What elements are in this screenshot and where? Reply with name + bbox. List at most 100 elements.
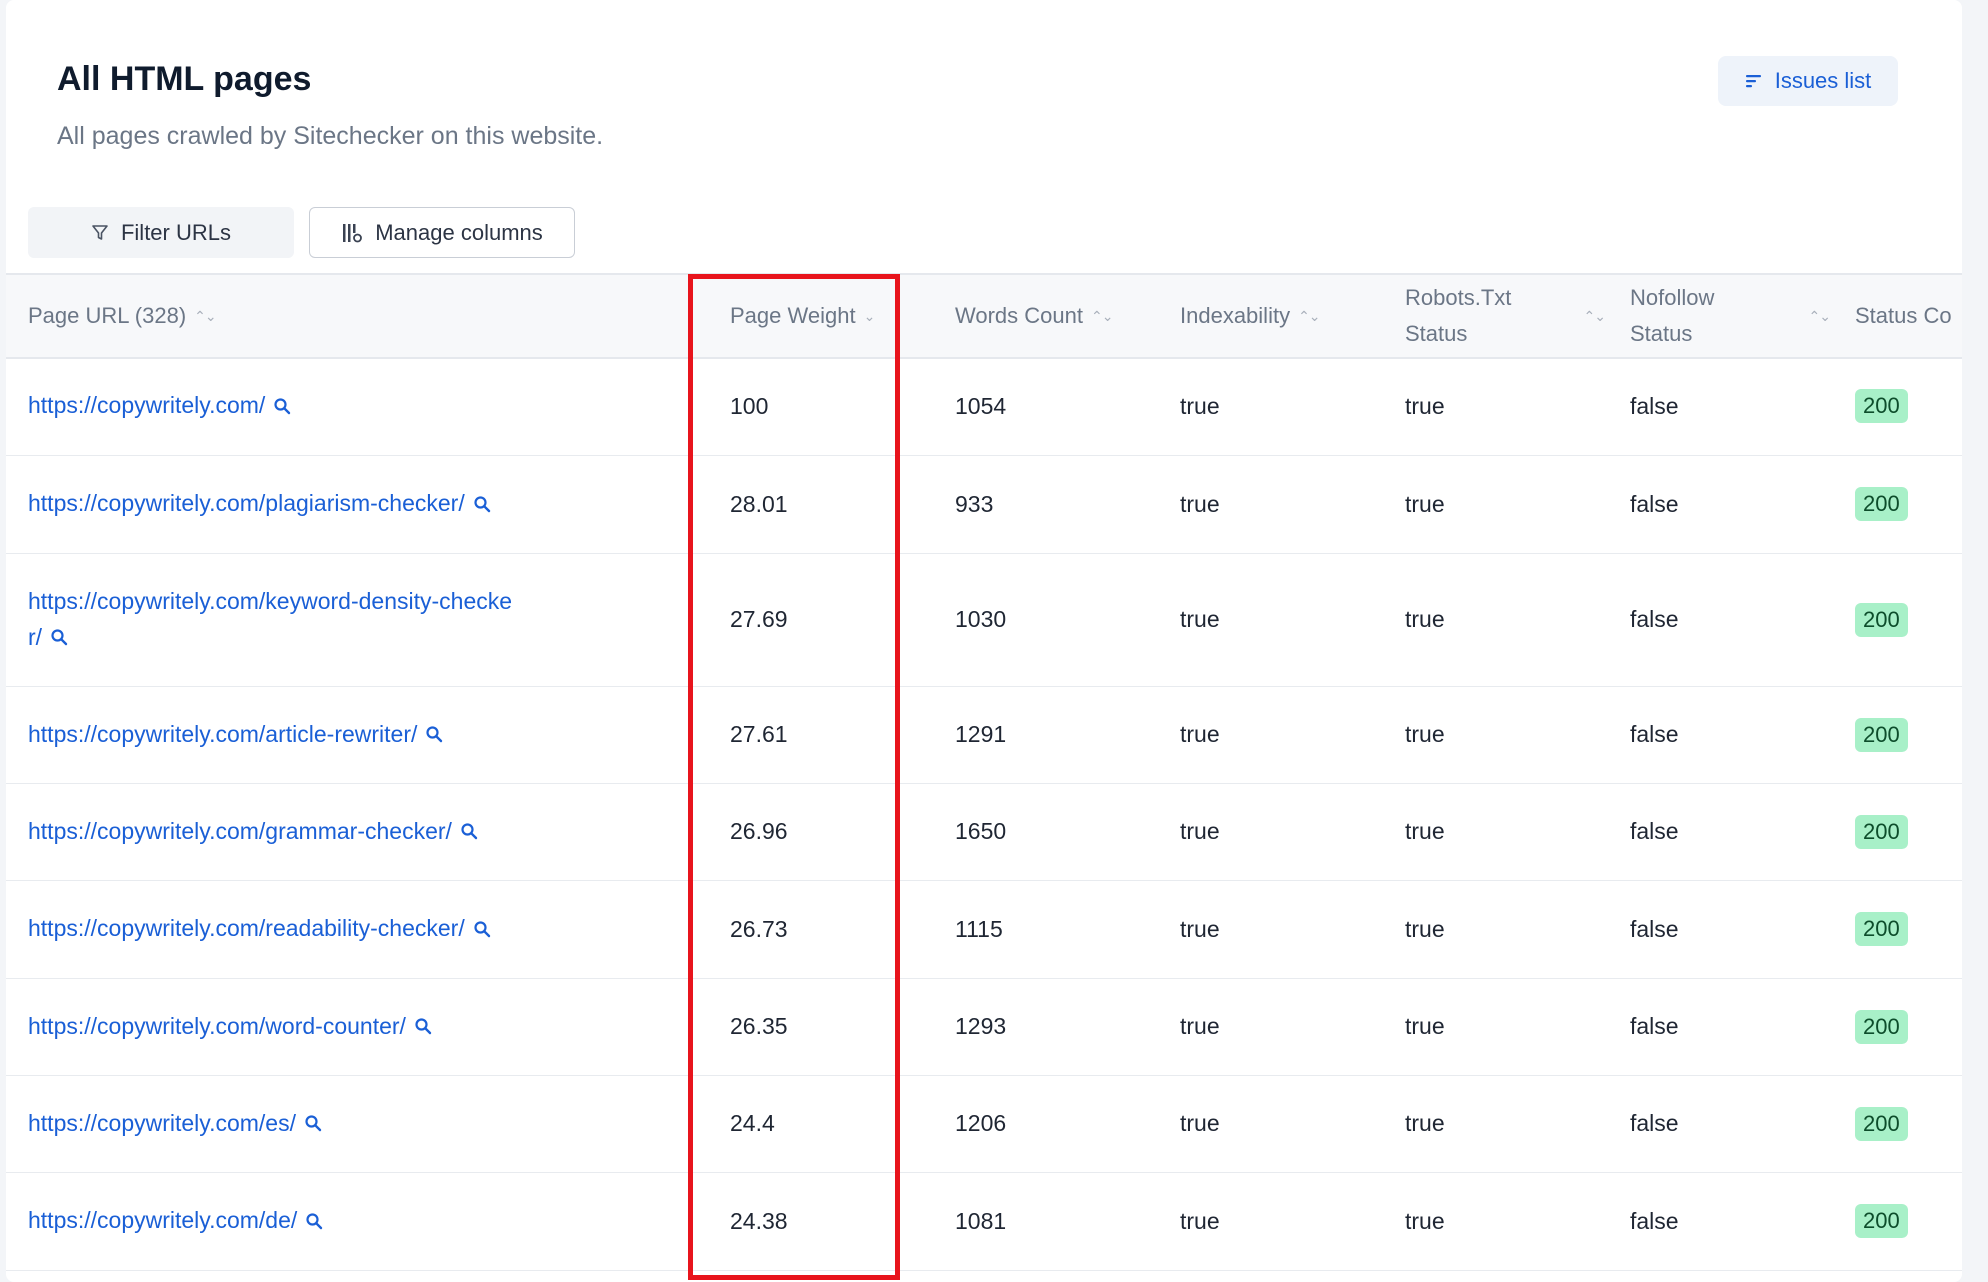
robots-status-cell: true — [1405, 606, 1445, 632]
status-code-cell: 200 — [1855, 1172, 1908, 1270]
indexability-cell: true — [1180, 490, 1220, 517]
table-row: https://copywritely.com/article-rewriter… — [6, 686, 1962, 784]
words-count-cell: 1030 — [955, 606, 1007, 632]
status-badge: 200 — [1855, 814, 1908, 849]
page-url-link[interactable]: https://copywritely.com/es/ — [28, 1105, 322, 1143]
column-header-status-code[interactable]: Status Co — [1855, 275, 1952, 357]
search-icon[interactable] — [473, 912, 491, 948]
page-url-link[interactable]: https://copywritely.com/keyword-density-… — [28, 583, 512, 657]
page-weight-cell: 24.38 — [730, 1207, 788, 1234]
issues-list-button[interactable]: Issues list — [1718, 56, 1898, 106]
page-weight-cell: 28.01 — [730, 490, 788, 517]
search-icon[interactable] — [273, 389, 291, 425]
column-header-label: Indexability — [1180, 303, 1291, 328]
indexability-cell: true — [1180, 1110, 1220, 1136]
sort-icon: ⌃⌄ — [1583, 308, 1606, 324]
indexability-cell: true — [1180, 1207, 1220, 1234]
page-weight-cell: 26.35 — [730, 1013, 788, 1039]
table-row: https://copywritely.com/word-counter/26.… — [6, 978, 1962, 1076]
sort-descending-icon: ⌄ — [863, 308, 876, 324]
nofollow-status-cell: false — [1630, 1013, 1679, 1039]
search-icon[interactable] — [425, 717, 443, 753]
nofollow-status-cell: false — [1630, 1207, 1679, 1234]
search-icon[interactable] — [473, 487, 491, 523]
nofollow-status-cell: false — [1630, 606, 1679, 632]
search-icon[interactable] — [414, 1009, 432, 1045]
indexability-cell: true — [1180, 721, 1220, 747]
page-url-link[interactable]: https://copywritely.com/plagiarism-check… — [28, 485, 491, 523]
column-header-label: Page URL (328) — [28, 303, 187, 328]
sort-icon: ⌃⌄ — [194, 308, 216, 324]
search-icon[interactable] — [304, 1106, 322, 1142]
status-code-cell: 200 — [1855, 686, 1908, 783]
status-badge: 200 — [1855, 717, 1908, 752]
page-url-cell: https://copywritely.com/readability-chec… — [28, 880, 608, 978]
status-code-cell: 200 — [1855, 978, 1908, 1075]
status-code-cell: 200 — [1855, 1075, 1908, 1172]
page-title: All HTML pages — [57, 60, 312, 98]
column-header-words-count[interactable]: Words Count ⌃⌄ — [955, 275, 1113, 357]
search-icon[interactable] — [460, 814, 478, 850]
column-header-nofollow-status[interactable]: Nofollow Status ⌃⌄ — [1630, 275, 1831, 357]
column-header-label: Page Weight — [730, 303, 856, 328]
column-header-page-weight[interactable]: Page Weight ⌄ — [730, 275, 876, 357]
status-code-cell: 200 — [1855, 880, 1908, 978]
status-badge: 200 — [1855, 487, 1908, 521]
page-url-link[interactable]: https://copywritely.com/de/ — [28, 1202, 323, 1240]
column-header-page-url[interactable]: Page URL (328) ⌃⌄ — [28, 275, 217, 357]
words-count-cell: 933 — [955, 490, 994, 517]
main-card: All HTML pages All pages crawled by Site… — [6, 0, 1962, 1282]
page-weight-cell: 27.69 — [730, 606, 788, 632]
search-icon[interactable] — [50, 620, 68, 656]
page-weight-cell: 100 — [730, 392, 769, 419]
page-weight-cell: 24.4 — [730, 1110, 775, 1136]
status-badge: 200 — [1855, 1106, 1908, 1141]
robots-status-cell: true — [1405, 818, 1445, 844]
page-url-cell: https://copywritely.com/plagiarism-check… — [28, 455, 608, 553]
page-url-cell: https://copywritely.com/grammar-checker/ — [28, 783, 608, 880]
table-row: https://copywritely.com/grammar-checker/… — [6, 783, 1962, 881]
page-url-link[interactable]: https://copywritely.com/article-rewriter… — [28, 716, 443, 754]
robots-status-cell: true — [1405, 915, 1445, 942]
filter-urls-button[interactable]: Filter URLs — [28, 207, 294, 258]
table-header: Page URL (328) ⌃⌄ Page Weight ⌄ Words Co… — [6, 273, 1962, 359]
nofollow-status-cell: false — [1630, 915, 1679, 942]
column-header-label: Status Co — [1855, 303, 1952, 328]
search-icon[interactable] — [305, 1204, 323, 1240]
robots-status-cell: true — [1405, 490, 1445, 517]
robots-status-cell: true — [1405, 1013, 1445, 1039]
page-url-link[interactable]: https://copywritely.com/grammar-checker/ — [28, 813, 478, 851]
words-count-cell: 1206 — [955, 1110, 1007, 1136]
page-url-link[interactable]: https://copywritely.com/ — [28, 387, 291, 425]
robots-status-cell: true — [1405, 1110, 1445, 1136]
page-url-link[interactable]: https://copywritely.com/word-counter/ — [28, 1008, 432, 1046]
nofollow-status-cell: false — [1630, 392, 1679, 419]
page-subtitle: All pages crawled by Sitechecker on this… — [57, 122, 604, 150]
words-count-cell: 1081 — [955, 1207, 1007, 1234]
page-weight-cell: 27.61 — [730, 721, 788, 747]
columns-settings-icon — [343, 223, 363, 242]
robots-status-cell: true — [1405, 392, 1445, 419]
filter-icon — [92, 224, 108, 240]
table-row: https://copywritely.com/100 1054 true true f… — [6, 357, 1962, 456]
page-url-cell: https://copywritely.com/keyword-density-… — [28, 553, 608, 686]
manage-columns-label: Manage columns — [375, 219, 543, 245]
manage-columns-button[interactable]: Manage columns — [309, 207, 575, 258]
column-header-indexability[interactable]: Indexability ⌃⌄ — [1180, 275, 1321, 357]
status-badge: 200 — [1855, 912, 1908, 946]
status-badge: 200 — [1855, 1009, 1908, 1044]
table-row: https://copywritely.com/es/24.4 1206 true t… — [6, 1075, 1962, 1173]
page-url-link[interactable]: https://copywritely.com/readability-chec… — [28, 910, 491, 948]
page-url-cell: https://copywritely.com/ — [28, 357, 608, 455]
column-header-label: Nofollow Status — [1630, 285, 1715, 346]
page-weight-cell: 26.96 — [730, 818, 788, 844]
sort-icon: ⌃⌄ — [1298, 308, 1320, 324]
filter-urls-label: Filter URLs — [120, 219, 231, 245]
page-url-cell: https://copywritely.com/es/ — [28, 1075, 608, 1172]
status-code-cell: 200 — [1855, 357, 1908, 455]
words-count-cell: 1054 — [955, 392, 1007, 419]
words-count-cell: 1293 — [955, 1013, 1007, 1039]
column-header-robots-status[interactable]: Robots.Txt Status ⌃⌄ — [1405, 275, 1606, 357]
status-badge: 200 — [1855, 1204, 1908, 1238]
status-code-cell: 200 — [1855, 783, 1908, 880]
